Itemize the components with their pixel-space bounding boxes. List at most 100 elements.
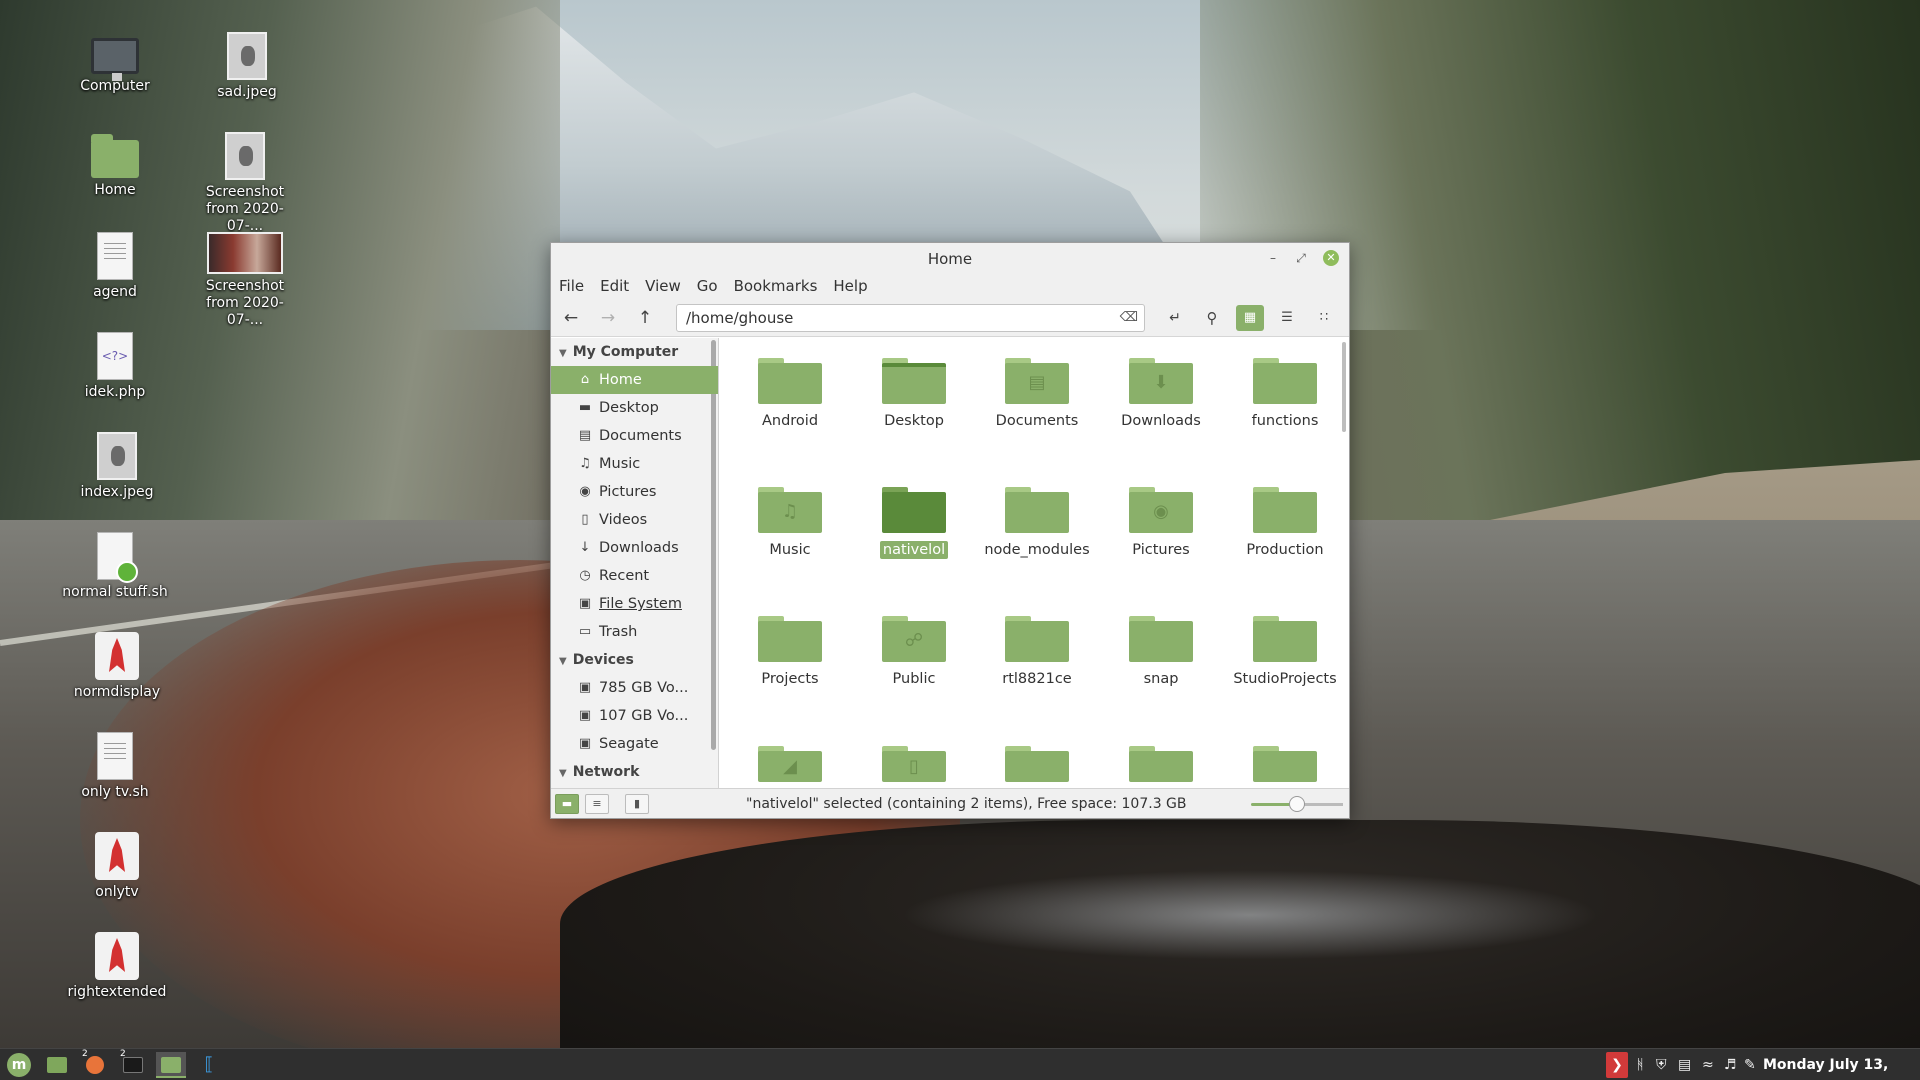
clipboard-icon[interactable]: ▤ — [1678, 1052, 1691, 1078]
clock[interactable]: Monday July 13, 10:43 — [1763, 1049, 1920, 1080]
sidebar-section-my-computer[interactable]: ▼ My Computer — [551, 338, 718, 366]
list-view-icon[interactable]: ☰ — [1273, 305, 1301, 331]
sidebar-section-devices[interactable]: ▼ Devices — [551, 646, 718, 674]
toggle-location-entry-icon[interactable]: ↵ — [1161, 305, 1189, 331]
desktop-icon-index-jpeg[interactable]: index.jpeg — [62, 432, 172, 501]
show-treeview-toggle-icon[interactable]: ≡ — [585, 794, 609, 814]
folder-icon — [47, 1057, 67, 1073]
minimize-button[interactable]: – — [1265, 250, 1281, 266]
menu-file[interactable]: File — [559, 277, 584, 295]
sidebar-item-pictures[interactable]: ◉ Pictures — [551, 478, 718, 506]
shield-icon[interactable]: ⛨ — [1656, 1052, 1667, 1078]
desktop-icon-agend[interactable]: agend — [60, 232, 170, 301]
desktop-icon-label: idek.php — [84, 384, 146, 400]
bluetooth-icon[interactable]: ᚻ — [1636, 1052, 1644, 1078]
sidebar-item-documents[interactable]: ▤ Documents — [551, 422, 718, 450]
folder-item-partial[interactable]: ▯ — [853, 746, 975, 782]
folder-item-partial[interactable] — [976, 746, 1098, 782]
taskbar-terminal[interactable]: 2 — [118, 1049, 148, 1078]
show-desktop-button[interactable] — [42, 1052, 72, 1078]
menu-go[interactable]: Go — [697, 277, 718, 295]
desktop-icon-screenshot-2[interactable]: Screenshot from 2020-07-... — [190, 232, 300, 329]
sidebar-item-desktop[interactable]: ▬ Desktop — [551, 394, 718, 422]
desktop-icon-sad-jpeg[interactable]: sad.jpeg — [192, 32, 302, 101]
taskbar-vscode[interactable]: ⟦ — [194, 1052, 224, 1078]
folder-item-desktop[interactable]: Desktop — [853, 358, 975, 430]
up-arrow-icon[interactable]: ↑ — [631, 305, 659, 331]
vscode-icon: ⟦ — [204, 1054, 214, 1075]
location-bar[interactable]: /home/ghouse ⌫ — [676, 304, 1145, 332]
clear-location-icon[interactable]: ⌫ — [1120, 305, 1138, 331]
folder-item-rtl8821ce[interactable]: rtl8821ce — [976, 616, 1098, 688]
documents-icon: ▤ — [578, 428, 592, 443]
icon-view-icon[interactable]: ▦ — [1236, 305, 1264, 331]
file-grid: Android Desktop ▤ Documents ⬇ Downloads … — [719, 338, 1349, 788]
image-file-icon — [97, 432, 137, 480]
volume-icon[interactable]: ♬ — [1724, 1052, 1737, 1078]
folder-item-nativelol[interactable]: nativelol — [853, 487, 975, 559]
forward-arrow-icon[interactable]: → — [594, 305, 622, 331]
menu-help[interactable]: Help — [833, 277, 867, 295]
folder-item-documents[interactable]: ▤ Documents — [976, 358, 1098, 430]
sidebar-item-device-seagate[interactable]: ▣ Seagate — [551, 730, 718, 758]
folder-item-public[interactable]: ☍ Public — [853, 616, 975, 688]
sidebar-item-music[interactable]: ♫ Music — [551, 450, 718, 478]
desktop-icon-normdisplay[interactable]: normdisplay — [62, 632, 172, 701]
desktop-icon-only-tv-sh[interactable]: only tv.sh — [60, 732, 170, 801]
maximize-button[interactable]: ⤢ — [1293, 250, 1309, 266]
sidebar-item-trash[interactable]: ▭ Trash — [551, 618, 718, 646]
sidebar-item-device-785gb[interactable]: ▣ 785 GB Vo... — [551, 674, 718, 702]
folder-item-studioprojects[interactable]: StudioProjects — [1224, 616, 1346, 688]
desktop-icon-label: sad.jpeg — [217, 84, 277, 100]
zoom-slider-handle[interactable] — [1289, 796, 1305, 812]
window-title: Home — [927, 250, 973, 268]
sidebar-item-file-system[interactable]: ▣ File System — [551, 590, 718, 618]
compact-view-icon[interactable]: ∷ — [1310, 305, 1338, 331]
menu-bookmarks[interactable]: Bookmarks — [734, 277, 818, 295]
sidebar-item-videos[interactable]: ▯ Videos — [551, 506, 718, 534]
taskbar-file-manager[interactable] — [156, 1052, 186, 1078]
back-arrow-icon[interactable]: ← — [557, 305, 585, 331]
hide-sidebar-toggle-icon[interactable]: ▮ — [625, 794, 649, 814]
folder-item-production[interactable]: Production — [1224, 487, 1346, 559]
folder-item-snap[interactable]: snap — [1100, 616, 1222, 688]
desktop-icon-idek-php[interactable]: <?> idek.php — [60, 332, 170, 401]
desktop-icon-computer[interactable]: Computer — [60, 32, 170, 95]
desktop-icon-home[interactable]: Home — [60, 132, 170, 199]
folder-item-pictures[interactable]: ◉ Pictures — [1100, 487, 1222, 559]
wallpaper-wheel-highlight — [900, 870, 1600, 960]
sidebar-item-recent[interactable]: ◷ Recent — [551, 562, 718, 590]
folder-item-partial[interactable]: ◢ — [729, 746, 851, 782]
close-button[interactable]: ✕ — [1323, 250, 1339, 266]
sidebar-item-device-107gb[interactable]: ▣ 107 GB Vo... — [551, 702, 718, 730]
desktop-icon-normal-stuff-sh[interactable]: normal stuff.sh — [60, 532, 170, 601]
folder-item-android[interactable]: Android — [729, 358, 851, 430]
sidebar-section-network[interactable]: ▼ Network — [551, 758, 718, 786]
folder-name: Downloads — [1121, 413, 1201, 429]
folder-item-projects[interactable]: Projects — [729, 616, 851, 688]
menu-view[interactable]: View — [645, 277, 681, 295]
sidebar-item-home[interactable]: ⌂ Home — [551, 366, 718, 394]
desktop-icon-screenshot-1[interactable]: Screenshot from 2020-07-... — [190, 132, 300, 235]
wifi-icon[interactable]: ≈ — [1702, 1052, 1714, 1078]
folder-item-node-modules[interactable]: node_modules — [976, 487, 1098, 559]
folder-item-functions[interactable]: functions — [1224, 358, 1346, 430]
titlebar[interactable]: Home – ⤢ ✕ — [551, 243, 1349, 273]
notifications-icon[interactable]: ✎ — [1744, 1052, 1756, 1078]
show-places-toggle-icon[interactable]: ▬ — [555, 794, 579, 814]
folder-item-music[interactable]: ♫ Music — [729, 487, 851, 559]
sidebar-item-downloads[interactable]: ↓ Downloads — [551, 534, 718, 562]
script-file-icon — [97, 532, 138, 583]
text-file-icon — [97, 732, 133, 780]
desktop-icon-onlytv[interactable]: onlytv — [62, 832, 172, 901]
taskbar-firefox[interactable]: 2 — [80, 1049, 110, 1078]
folder-item-downloads[interactable]: ⬇ Downloads — [1100, 358, 1222, 430]
folder-item-partial[interactable] — [1100, 746, 1222, 782]
search-icon[interactable]: ⚲ — [1198, 305, 1226, 331]
update-manager-icon[interactable]: ❯ — [1606, 1052, 1628, 1078]
mint-menu-button[interactable]: m — [4, 1052, 34, 1078]
folder-icon — [1005, 616, 1069, 662]
desktop-icon-rightextended[interactable]: rightextended — [62, 932, 172, 1001]
folder-item-partial[interactable] — [1224, 746, 1346, 782]
menu-edit[interactable]: Edit — [600, 277, 629, 295]
